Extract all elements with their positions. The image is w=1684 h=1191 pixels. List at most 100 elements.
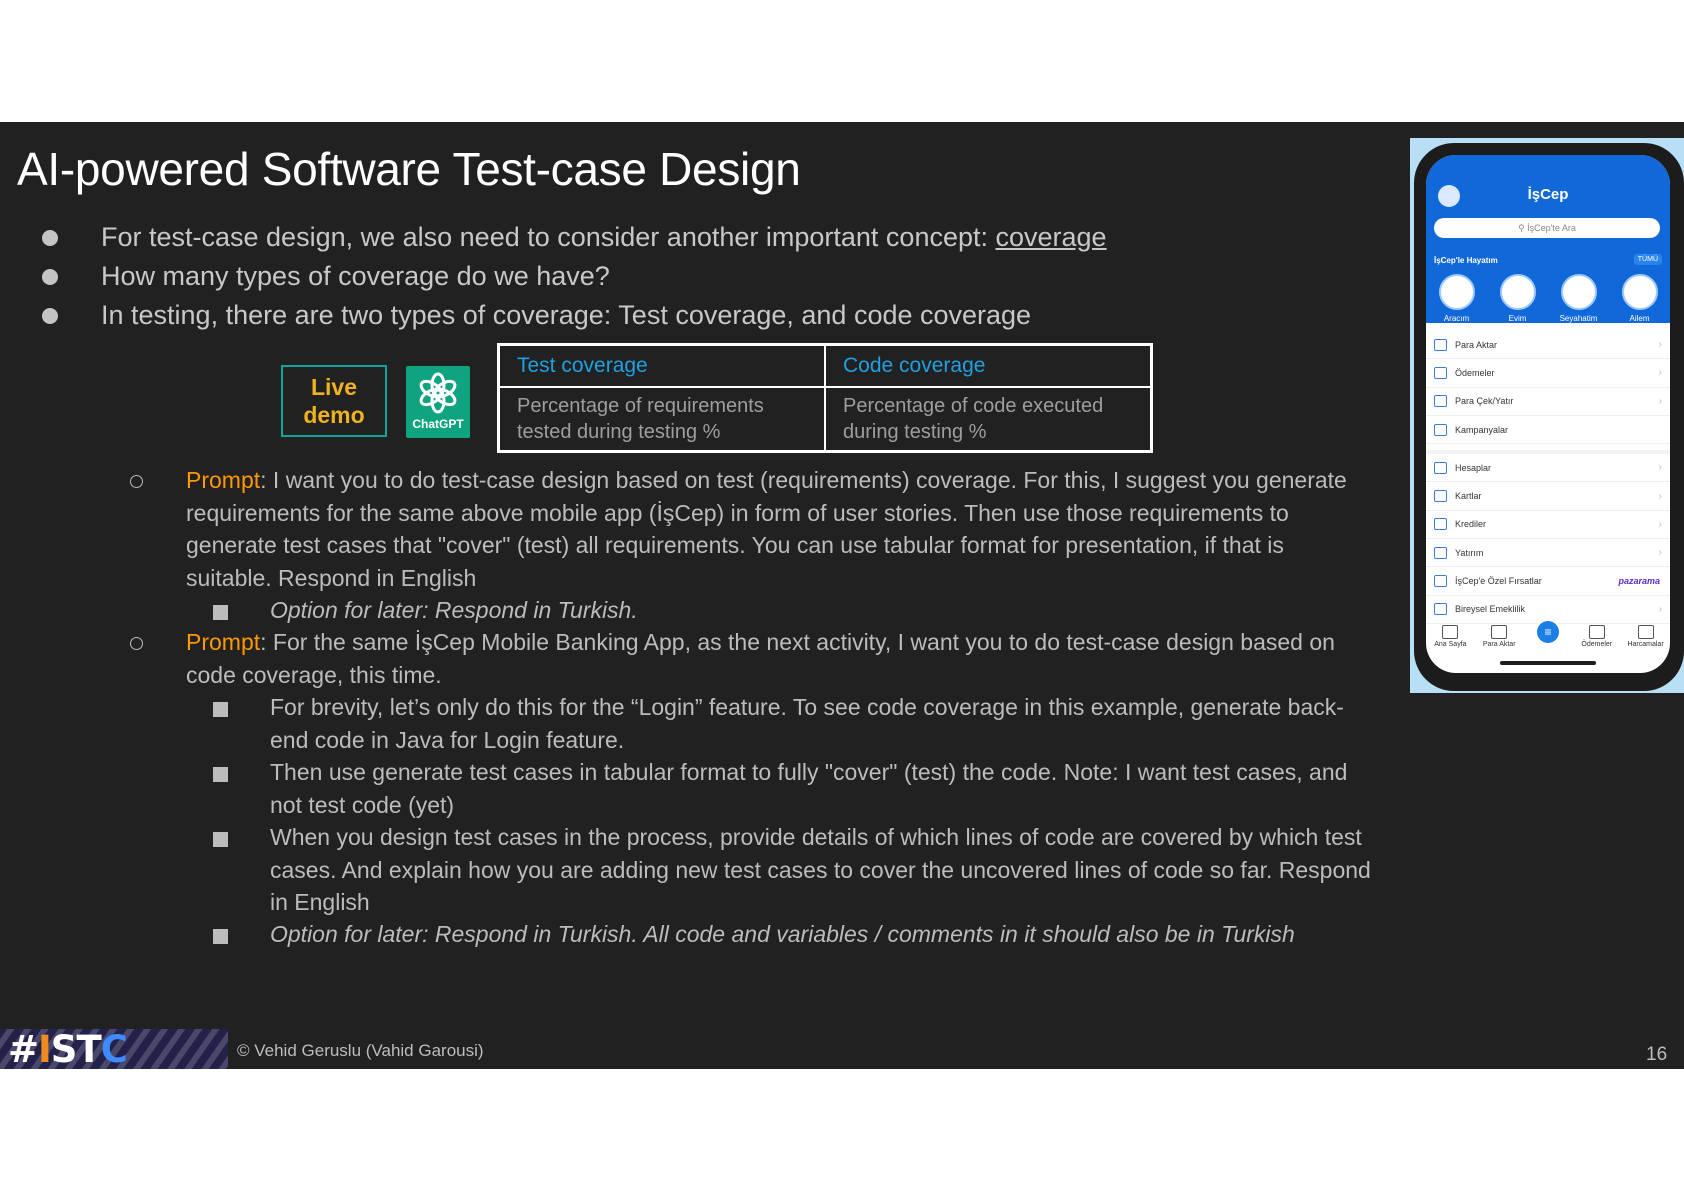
quick-item: Aracım	[1431, 274, 1483, 323]
coverage-link[interactable]: coverage	[996, 222, 1107, 252]
investment-icon	[1434, 546, 1447, 559]
tab-label: Para Aktar	[1482, 641, 1516, 648]
phone-frame: İşCep ⚲ İşCep'te Ara İşCep'le Hayatım TÜ…	[1414, 143, 1684, 691]
app-tab: Ana Sayfa	[1426, 625, 1474, 648]
home-icon	[1499, 274, 1536, 310]
prompt-2-line: Prompt: For the same İşCep Mobile Bankin…	[186, 626, 1386, 659]
prompt-2-item-line: For brevity, let’s only do this for the …	[270, 694, 1344, 720]
app-search-placeholder: İşCep'te Ara	[1527, 223, 1576, 233]
section-title: İşCep'le Hayatım	[1434, 256, 1498, 265]
chevron-right-icon: ›	[1658, 339, 1662, 351]
sub-sub-bullet-square-icon	[213, 929, 228, 944]
table-cell-test-coverage: Percentage of requirements tested during…	[497, 386, 826, 453]
prompt-1-line: generate test cases that "cover" (test) …	[186, 532, 1284, 558]
accounts-icon	[1434, 461, 1447, 474]
menu-icon: ≡	[1536, 621, 1559, 643]
bullet-text: For test-case design, we also need to co…	[101, 222, 996, 252]
table-cell-code-coverage: Percentage of code executed during testi…	[824, 386, 1153, 453]
quick-label: Aracım	[1443, 314, 1470, 323]
prompt-1-line: requirements for the same above mobile a…	[186, 499, 1289, 526]
menu-label: Yatırım	[1455, 547, 1484, 558]
logo-hash: #	[8, 1029, 39, 1069]
menu-label: İşCep'e Özel Fırsatlar	[1455, 576, 1542, 587]
menu-label: Krediler	[1455, 519, 1487, 530]
prompt-2-line: code coverage, this time.	[186, 661, 442, 688]
app-menu: Para Aktar › Ödemeler › Para Çek/Yatır › Ka…	[1426, 331, 1670, 624]
menu-label: Bireysel Emeklilik	[1455, 604, 1526, 615]
sub-sub-bullet-square-icon	[213, 832, 228, 847]
phone-screen: İşCep ⚲ İşCep'te Ara İşCep'le Hayatım TÜ…	[1426, 155, 1670, 673]
app-menu-item: Yatırım ›	[1426, 539, 1670, 568]
chatgpt-label: ChatGPT	[412, 417, 464, 431]
sub-sub-bullet-square-icon	[213, 767, 228, 782]
chevron-right-icon: ›	[1658, 490, 1662, 502]
tab-label: Ödemeler	[1581, 641, 1613, 648]
table-header-row: Test coverage Code coverage	[497, 343, 1153, 388]
prompt-2-text: : For the same İşCep Mobile Banking App,…	[260, 629, 1335, 655]
app-header: İşCep ⚲ İşCep'te Ara İşCep'le Hayatım TÜ…	[1426, 155, 1670, 323]
app-menu-item: Kampanyalar	[1426, 416, 1670, 445]
prompt-2-item-line: in English	[270, 889, 370, 915]
app-tab-bar: Ana Sayfa Para Aktar ≡ Ödemeler Harcamal…	[1426, 621, 1670, 648]
chatgpt-icon	[419, 372, 457, 414]
quick-item: Evim	[1492, 274, 1544, 323]
quick-label: Ailem	[1629, 314, 1650, 323]
pazarama-logo: pazarama	[1618, 576, 1660, 587]
chevron-right-icon: ›	[1658, 547, 1662, 559]
sub-bullet-circle-icon	[130, 637, 143, 650]
app-menu-item: Bireysel Emeklilik ›	[1426, 596, 1670, 624]
live-demo-box: Live demo	[281, 365, 387, 437]
menu-label: Kampanyalar	[1455, 424, 1509, 435]
app-tab: Harcamalar	[1622, 625, 1670, 648]
slide: AI-powered Software Test-case Design For…	[0, 122, 1684, 1069]
page-number: 16	[1646, 1044, 1668, 1065]
app-menu-item: İşCep'e Özel Fırsatlar pazarama	[1426, 567, 1670, 596]
menu-label: Kartlar	[1455, 491, 1482, 502]
menu-label: Para Çek/Yatır	[1455, 396, 1514, 407]
quick-label: Seyahatim	[1559, 314, 1598, 323]
prompt-2-item-line: When you design test cases in the proces…	[270, 824, 1362, 850]
sub-sub-bullet-square-icon	[213, 605, 228, 620]
prompt-1-line: Prompt: I want you to do test-case desig…	[186, 464, 1386, 497]
app-tab: ≡	[1524, 621, 1572, 648]
slide-title: AI-powered Software Test-case Design	[17, 143, 801, 195]
copyright: © Vehid Geruslu (Vahid Garousi)	[237, 1041, 484, 1060]
live-demo-line1: Live	[310, 374, 358, 400]
chevron-right-icon: ›	[1658, 603, 1662, 615]
suitcase-icon	[1560, 274, 1597, 310]
live-demo-line2: demo	[303, 402, 365, 428]
table-header-code-coverage: Code coverage	[824, 343, 1153, 388]
prompt-2-item-line: end code in Java for Login feature.	[270, 726, 625, 753]
prompt-1: Prompt: I want you to do test-case desig…	[186, 464, 1386, 594]
prompt-1-option: Option for later: Respond in Turkish.	[270, 597, 638, 623]
app-menu-item: Hesaplar ›	[1426, 450, 1670, 483]
campaign-icon	[1434, 423, 1447, 436]
app-menu-item: Krediler ›	[1426, 511, 1670, 540]
family-icon	[1621, 274, 1658, 310]
menu-label: Ödemeler	[1455, 367, 1495, 378]
prompt-label: Prompt	[186, 467, 261, 493]
app-name: İşCep	[1527, 186, 1569, 203]
prompt-2-item-line: Then use generate test cases in tabular …	[270, 759, 1348, 785]
prompt-2-item: When you design test cases in the proces…	[270, 821, 1400, 919]
logo-text: #ISTC 2025	[8, 1029, 128, 1069]
bullet-text: How many types of coverage do we have?	[101, 261, 610, 291]
prompt-label: Prompt	[186, 629, 261, 655]
card-icon	[1434, 490, 1447, 503]
atm-icon	[1434, 395, 1447, 408]
tab-label: Harcamalar	[1627, 641, 1664, 648]
prompt-2-item: Then use generate test cases in tabular …	[270, 756, 1400, 821]
transfer-icon	[1491, 625, 1508, 639]
section-all-badge: TÜMÜ	[1633, 254, 1662, 265]
phone-screenshot: İşCep ⚲ İşCep'te Ara İşCep'le Hayatım TÜ…	[1410, 138, 1684, 693]
chatgpt-logo: ChatGPT	[406, 366, 470, 438]
app-menu-item: Ödemeler ›	[1426, 359, 1670, 388]
table-header-test-coverage: Test coverage	[497, 343, 826, 388]
prompt-2-item: For brevity, let’s only do this for the …	[270, 691, 1400, 756]
bullet-list: For test-case design, we also need to co…	[40, 218, 1380, 335]
bullet-text: In testing, there are two types of cover…	[101, 300, 1032, 330]
quick-item: Ailem	[1614, 274, 1666, 323]
chevron-right-icon: ›	[1658, 367, 1662, 379]
bullet-item: How many types of coverage do we have?	[40, 257, 1380, 296]
sub-bullet-circle-icon	[130, 475, 143, 488]
